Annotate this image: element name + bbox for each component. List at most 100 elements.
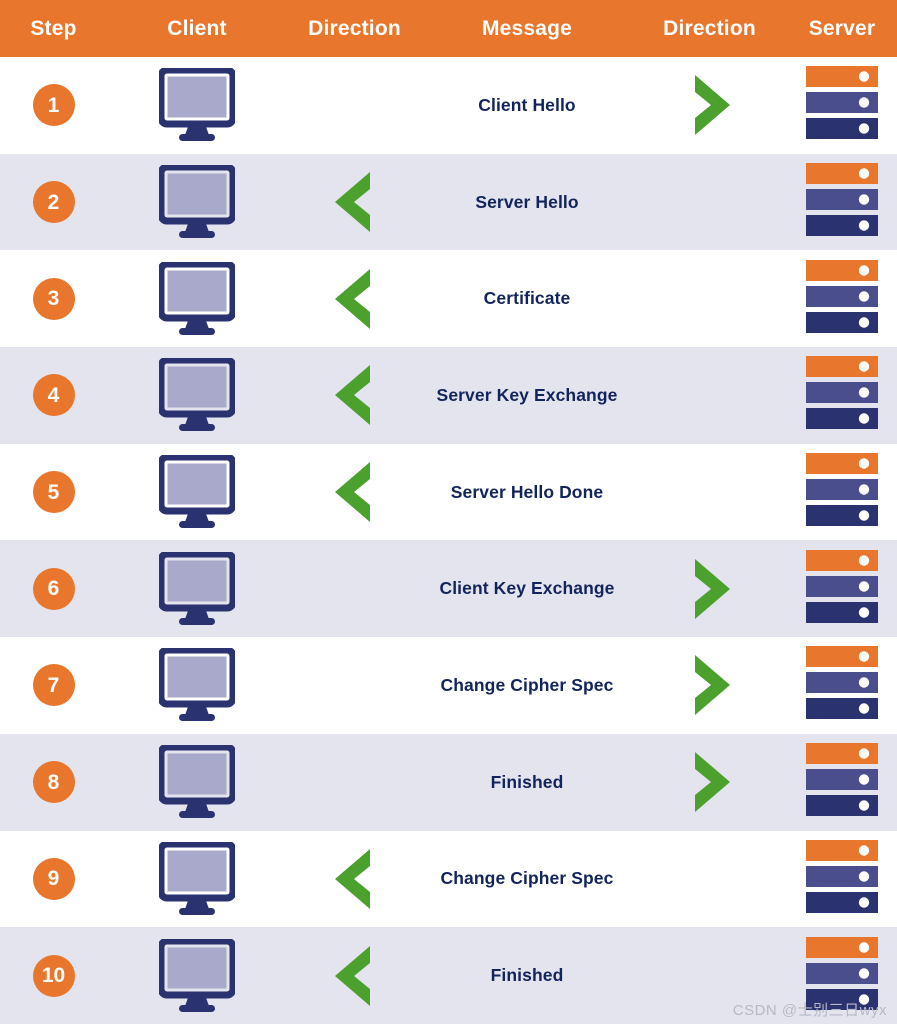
table-row: 3 Certificate bbox=[0, 250, 897, 348]
client-cell bbox=[107, 154, 287, 251]
direction-right-cell bbox=[632, 154, 787, 251]
chevron-right-icon bbox=[682, 748, 738, 816]
server-rack-icon bbox=[806, 356, 878, 434]
step-badge: 4 bbox=[32, 374, 75, 417]
table-row: 2 Server Hello bbox=[0, 153, 897, 251]
step-badge: 8 bbox=[32, 761, 75, 804]
message-cell: Change Cipher Spec bbox=[422, 637, 632, 734]
message-cell: Certificate bbox=[422, 250, 632, 347]
table-row: 8 Finished bbox=[0, 733, 897, 831]
server-rack-icon bbox=[806, 453, 878, 531]
direction-right-cell bbox=[632, 347, 787, 444]
server-cell bbox=[787, 347, 897, 444]
server-rack-icon bbox=[806, 66, 878, 144]
table-body: 1 Client Hello 2 Server Hello 3 Certificate 4 S… bbox=[0, 57, 897, 1024]
step-cell: 5 bbox=[0, 444, 107, 541]
client-cell bbox=[107, 250, 287, 347]
server-rack-icon bbox=[806, 259, 878, 338]
column-header-direction-left: Direction bbox=[308, 16, 401, 40]
direction-right-cell bbox=[632, 734, 787, 831]
message-cell: Server Hello Done bbox=[422, 444, 632, 541]
step-cell: 4 bbox=[0, 347, 107, 444]
table-row: 5 Server Hello Done bbox=[0, 443, 897, 541]
chevron-left-icon bbox=[327, 845, 383, 913]
direction-right-cell bbox=[632, 250, 787, 347]
message-label: Server Hello Done bbox=[450, 481, 604, 502]
step-badge: 5 bbox=[32, 471, 75, 514]
table-row: 7 Change Cipher Spec bbox=[0, 637, 897, 734]
server-rack-icon bbox=[806, 839, 878, 918]
step-badge: 10 bbox=[32, 954, 75, 997]
step-cell: 2 bbox=[0, 154, 107, 251]
chevron-right-icon bbox=[682, 555, 738, 623]
monitor-icon bbox=[159, 358, 235, 432]
chevron-left-icon bbox=[327, 458, 383, 526]
message-cell: Client Key Exchange bbox=[422, 540, 632, 637]
step-badge: 7 bbox=[32, 664, 75, 707]
column-header-direction-right: Direction bbox=[663, 16, 756, 40]
message-label: Server Hello bbox=[475, 191, 579, 212]
message-cell: Finished bbox=[422, 927, 632, 1024]
server-cell bbox=[787, 250, 897, 347]
server-cell bbox=[787, 637, 897, 734]
message-cell: Change Cipher Spec bbox=[422, 831, 632, 928]
step-cell: 10 bbox=[0, 927, 107, 1024]
server-cell bbox=[787, 57, 897, 154]
step-cell: 9 bbox=[0, 831, 107, 928]
table-header-row: Step Client Direction Message Direction … bbox=[0, 0, 897, 57]
chevron-left-icon bbox=[327, 942, 383, 1010]
direction-right-cell bbox=[632, 444, 787, 541]
direction-left-cell bbox=[287, 831, 422, 928]
chevron-right-icon bbox=[682, 651, 738, 719]
server-rack-icon bbox=[806, 549, 878, 628]
server-rack-icon bbox=[806, 743, 878, 821]
client-cell bbox=[107, 927, 287, 1024]
chevron-left-icon bbox=[327, 265, 383, 333]
chevron-left-icon bbox=[327, 361, 383, 429]
message-cell: Server Hello bbox=[422, 154, 632, 251]
client-cell bbox=[107, 637, 287, 734]
step-cell: 3 bbox=[0, 250, 107, 347]
message-label: Certificate bbox=[483, 288, 571, 309]
table-row: 10 Finished bbox=[0, 927, 897, 1024]
client-cell bbox=[107, 347, 287, 444]
monitor-icon bbox=[159, 938, 235, 1013]
server-cell bbox=[787, 444, 897, 541]
message-cell: Finished bbox=[422, 734, 632, 831]
monitor-icon bbox=[159, 165, 235, 239]
direction-left-cell bbox=[287, 154, 422, 251]
client-cell bbox=[107, 444, 287, 541]
message-label: Finished bbox=[490, 771, 564, 792]
direction-right-cell bbox=[632, 637, 787, 734]
client-cell bbox=[107, 831, 287, 928]
step-cell: 8 bbox=[0, 734, 107, 831]
direction-right-cell bbox=[632, 540, 787, 637]
step-badge: 9 bbox=[32, 857, 75, 900]
server-cell bbox=[787, 154, 897, 251]
message-cell: Client Hello bbox=[422, 57, 632, 154]
message-label: Server Key Exchange bbox=[436, 384, 618, 405]
client-cell bbox=[107, 734, 287, 831]
client-cell bbox=[107, 540, 287, 637]
server-cell bbox=[787, 540, 897, 637]
server-rack-icon bbox=[806, 646, 878, 724]
monitor-icon bbox=[159, 551, 235, 626]
column-header-server: Server bbox=[808, 16, 876, 40]
direction-right-cell bbox=[632, 57, 787, 154]
tls-handshake-table: Step Client Direction Message Direction … bbox=[0, 0, 897, 1024]
direction-left-cell bbox=[287, 637, 422, 734]
step-badge: 2 bbox=[32, 181, 75, 224]
column-header-client: Client bbox=[167, 16, 227, 40]
monitor-icon bbox=[159, 68, 235, 142]
client-cell bbox=[107, 57, 287, 154]
message-label: Client Key Exchange bbox=[439, 578, 615, 599]
step-cell: 7 bbox=[0, 637, 107, 734]
table-row: 4 Server Key Exchange bbox=[0, 347, 897, 444]
monitor-icon bbox=[159, 648, 235, 722]
column-header-message: Message bbox=[481, 16, 573, 40]
step-badge: 6 bbox=[32, 567, 75, 610]
server-cell bbox=[787, 927, 897, 1024]
monitor-icon bbox=[159, 261, 235, 336]
column-header-step: Step bbox=[30, 16, 77, 40]
step-badge: 1 bbox=[32, 84, 75, 127]
